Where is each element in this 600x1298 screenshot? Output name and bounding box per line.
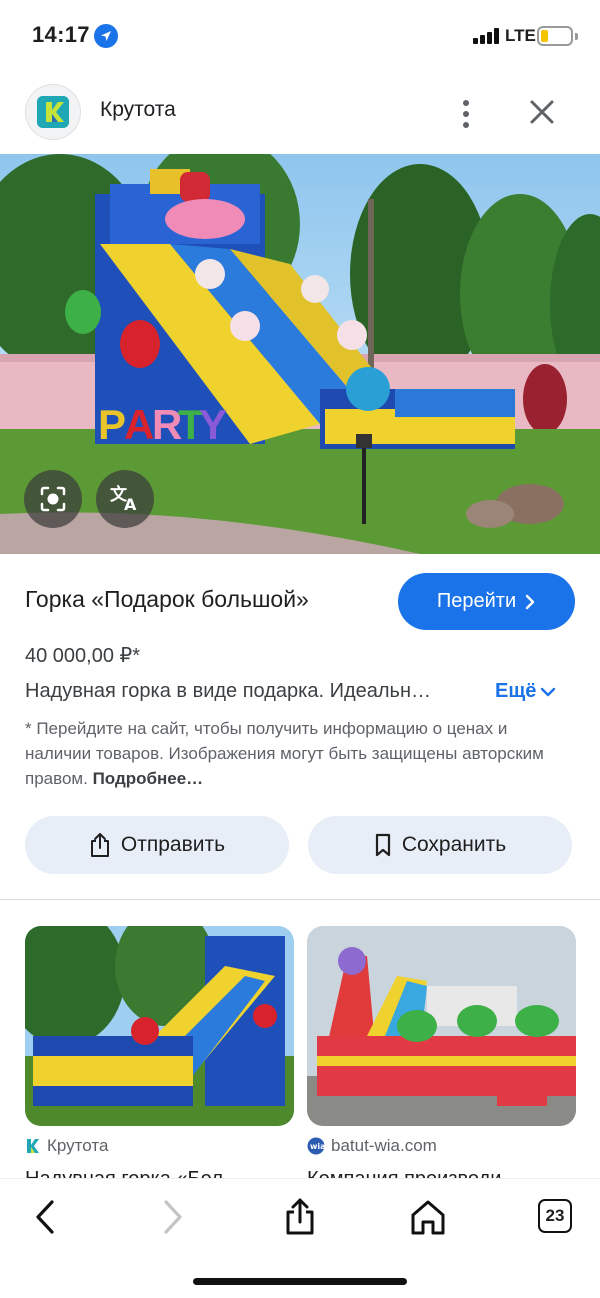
bookmark-icon bbox=[375, 833, 390, 857]
show-more-link[interactable]: Ещё bbox=[495, 680, 556, 703]
share-button[interactable]: Отправить bbox=[25, 816, 289, 874]
krutota-favicon-icon bbox=[27, 1139, 39, 1153]
visit-button-label: Перейти bbox=[436, 590, 517, 612]
save-button[interactable]: Сохранить bbox=[308, 816, 572, 874]
svg-text:Y: Y bbox=[199, 401, 227, 448]
home-icon[interactable] bbox=[408, 1197, 448, 1237]
share-icon[interactable] bbox=[280, 1197, 320, 1237]
lens-icon[interactable] bbox=[24, 470, 82, 528]
share-icon bbox=[90, 833, 109, 857]
home-indicator[interactable] bbox=[193, 1278, 407, 1285]
share-label: Отправить bbox=[120, 833, 226, 856]
tabs-icon[interactable]: 23 bbox=[538, 1199, 572, 1233]
chevron-down-icon bbox=[541, 687, 556, 696]
status-bar: 14:17 LTE bbox=[0, 0, 600, 70]
status-time: 14:17 bbox=[32, 22, 90, 47]
visit-button[interactable]: Перейти bbox=[398, 573, 575, 630]
battery-icon bbox=[537, 26, 573, 46]
section-divider bbox=[0, 899, 600, 900]
back-icon[interactable] bbox=[26, 1197, 66, 1237]
close-icon[interactable] bbox=[524, 94, 560, 130]
chevron-right-icon bbox=[525, 594, 535, 609]
google-images-viewer: 14:17 LTE Крутота P A R T Y 文 A Горка «П… bbox=[0, 0, 600, 1298]
description-row: Надувная горка в виде подарка. Идеальн… … bbox=[25, 680, 575, 710]
svg-text:A: A bbox=[124, 495, 137, 514]
battery-tip bbox=[575, 33, 578, 40]
result-header: Крутота bbox=[0, 78, 600, 148]
product-title: Горка «Подарок большой» bbox=[25, 586, 309, 612]
related-image-2[interactable] bbox=[307, 926, 576, 1126]
more-vert-icon[interactable] bbox=[452, 96, 480, 132]
related-source-2[interactable]: wia batut-wia.com bbox=[307, 1136, 437, 1156]
location-arrow-icon bbox=[94, 24, 118, 48]
copyright-disclaimer: * Перейдите на сайт, чтобы получить инфо… bbox=[25, 716, 575, 791]
save-label: Сохранить bbox=[401, 833, 507, 856]
translate-icon[interactable]: 文 A bbox=[96, 470, 154, 528]
show-more-label: Ещё bbox=[495, 680, 537, 702]
related-source-name: Крутота bbox=[47, 1136, 109, 1155]
tabs-count: 23 bbox=[545, 1206, 565, 1225]
product-description: Надувная горка в виде подарка. Идеальн… bbox=[25, 680, 431, 702]
krutota-logo-icon[interactable] bbox=[25, 84, 81, 140]
learn-more-link[interactable]: Подробнее… bbox=[93, 769, 204, 788]
related-source-1[interactable]: Крутота bbox=[25, 1136, 108, 1156]
forward-icon[interactable] bbox=[152, 1197, 192, 1237]
svg-text:wia: wia bbox=[310, 1142, 325, 1151]
svg-text:P: P bbox=[98, 401, 126, 448]
product-price: 40 000,00 ₽* bbox=[25, 645, 141, 667]
signal-icon bbox=[473, 28, 501, 44]
svg-text:A: A bbox=[124, 401, 154, 448]
product-image[interactable]: P A R T Y bbox=[0, 154, 600, 554]
related-image-1[interactable] bbox=[25, 926, 294, 1126]
batut-favicon-icon: wia bbox=[307, 1137, 325, 1155]
related-source-name: batut-wia.com bbox=[331, 1136, 437, 1155]
network-type: LTE bbox=[505, 26, 536, 45]
site-name[interactable]: Крутота bbox=[100, 98, 176, 122]
